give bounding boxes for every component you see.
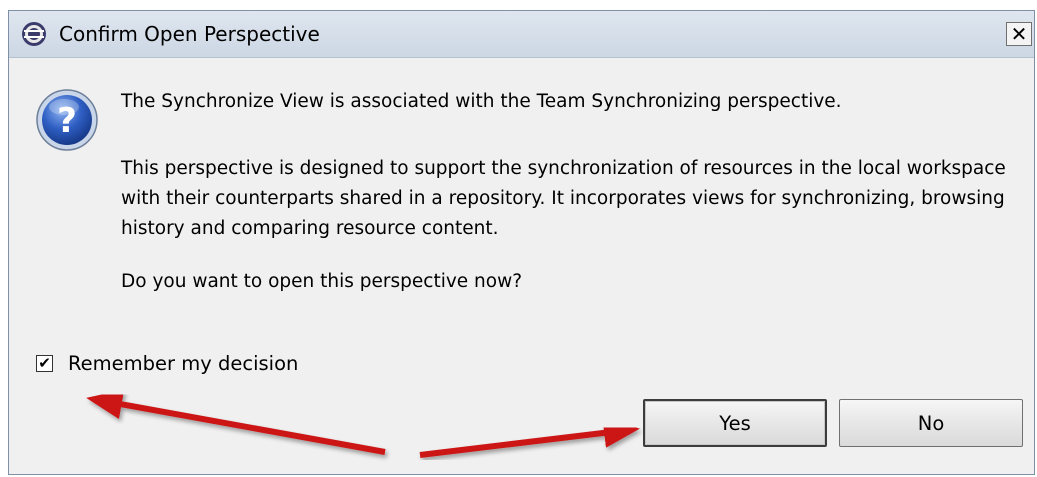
remember-decision-checkbox-row[interactable]: ✔ Remember my decision bbox=[36, 352, 298, 375]
remember-decision-checkbox[interactable]: ✔ bbox=[36, 355, 53, 372]
close-button[interactable]: ✕ bbox=[1006, 22, 1032, 46]
question-icon: ? bbox=[36, 89, 98, 151]
yes-button[interactable]: Yes bbox=[643, 399, 827, 447]
title-bar: Confirm Open Perspective ✕ bbox=[9, 11, 1034, 58]
message-question: Do you want to open this perspective now… bbox=[121, 271, 523, 292]
message-line-1: The Synchronize View is associated with … bbox=[121, 91, 842, 112]
remember-decision-label[interactable]: Remember my decision bbox=[68, 352, 298, 375]
svg-text:?: ? bbox=[57, 101, 77, 141]
eclipse-icon bbox=[22, 22, 46, 46]
close-icon: ✕ bbox=[1010, 22, 1028, 46]
message-line-2: This perspective is designed to support … bbox=[121, 158, 1006, 239]
no-button[interactable]: No bbox=[839, 399, 1023, 447]
checkmark-icon: ✔ bbox=[38, 354, 51, 372]
dialog-title: Confirm Open Perspective bbox=[59, 22, 320, 46]
confirm-open-perspective-dialog: Confirm Open Perspective ✕ ? The Synchro… bbox=[8, 10, 1035, 475]
